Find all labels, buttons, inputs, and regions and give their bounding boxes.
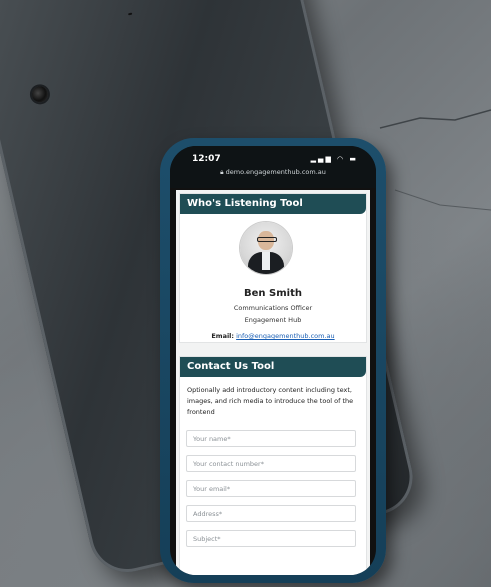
phone-device: 12:07 ▂▄▆ ◠ ▬ 🔒︎ demo.engagementhub.com.… [160,138,386,583]
email-label: Email: [211,332,235,340]
page-content: Who's Listening Tool Ben Smith Communica… [176,190,370,575]
contact-email: Email: info@engagementhub.com.au [180,332,366,340]
email-link[interactable]: info@engagementhub.com.au [236,332,335,340]
name-field[interactable]: Your name* [186,430,356,447]
url-text: demo.engagementhub.com.au [225,168,326,176]
lock-icon: 🔒︎ [220,168,224,176]
contact-org: Engagement Hub [244,316,302,324]
status-time: 12:07 [192,154,221,164]
background-photo: 12:07 ▂▄▆ ◠ ▬ 🔒︎ demo.engagementhub.com.… [0,0,491,587]
status-bar: 12:07 ▂▄▆ ◠ ▬ 🔒︎ demo.engagementhub.com.… [170,146,376,188]
microphone-icon [127,12,133,16]
whos-listening-card: Who's Listening Tool Ben Smith Communica… [180,194,366,342]
subject-field[interactable]: Subject* [186,530,356,547]
whos-listening-title: Who's Listening Tool [180,194,366,214]
contact-role: Communications Officer [233,304,313,312]
url-bar[interactable]: 🔒︎ demo.engagementhub.com.au [170,168,376,177]
email-field[interactable]: Your email* [186,480,356,497]
phone-field[interactable]: Your contact number* [186,455,356,472]
avatar [240,222,292,274]
camera-icon [30,84,50,104]
contact-name: Ben Smith [244,288,302,299]
contact-intro: Optionally add introductory content incl… [187,386,354,416]
contact-us-card: Contact Us Tool Optionally add introduct… [180,357,366,575]
phone-screen: 12:07 ▂▄▆ ◠ ▬ 🔒︎ demo.engagementhub.com.… [170,146,376,575]
address-field[interactable]: Address* [186,505,356,522]
contact-us-title: Contact Us Tool [180,357,366,377]
signal-wifi-battery-icon: ▂▄▆ ◠ ▬ [310,155,358,163]
